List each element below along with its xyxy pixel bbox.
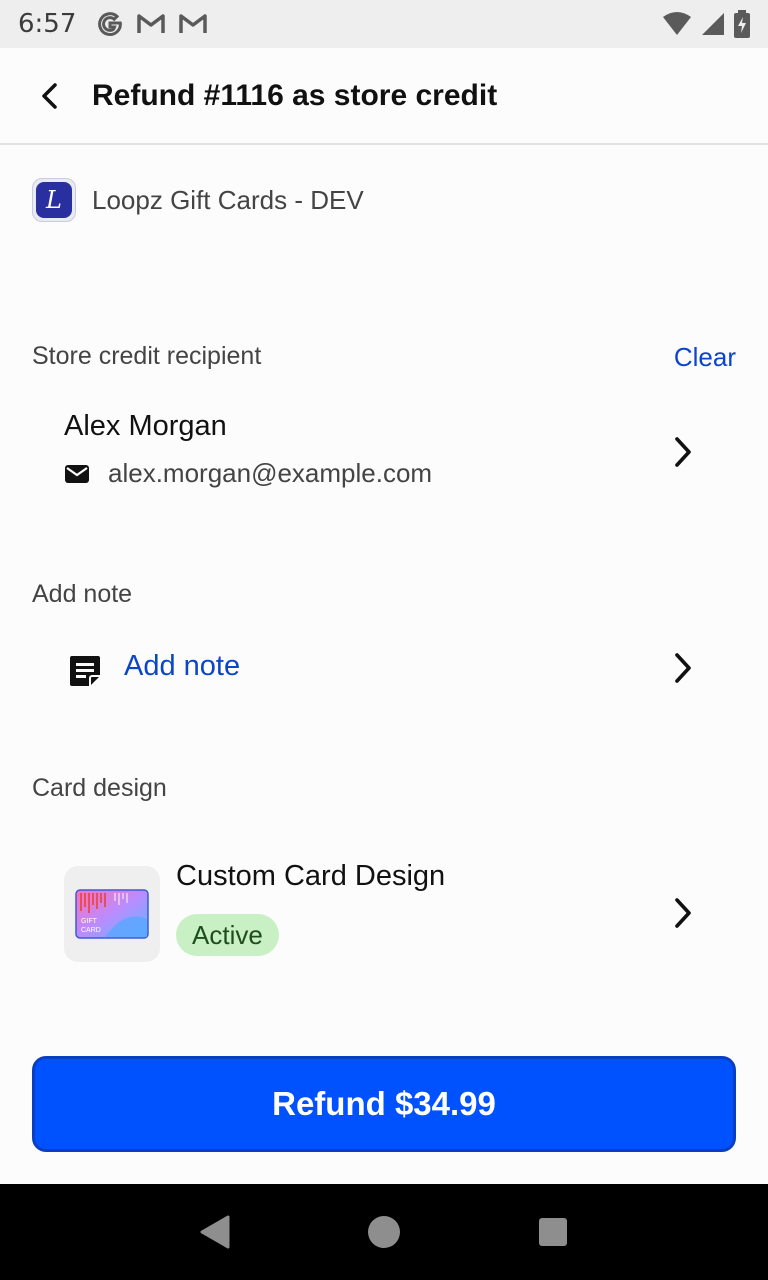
app-logo: L [32, 178, 76, 222]
nav-home-icon [367, 1216, 400, 1248]
svg-text:CARD: CARD [81, 927, 101, 934]
recipient-row[interactable]: Alex Morgan alex.morgan@example.com [32, 410, 736, 502]
status-bar: 6:57 [0, 0, 768, 48]
recipient-email-row: alex.morgan@example.com [64, 458, 432, 489]
chevron-right-icon [668, 653, 698, 683]
card-design-row[interactable]: GIFT CARD Custom Card Design Active [32, 860, 736, 962]
app-bar: Refund #1116 as store credit [0, 48, 768, 145]
system-icons [662, 10, 750, 38]
recipient-section-label: Store credit recipient [32, 342, 262, 370]
google-icon [96, 10, 124, 38]
chevron-right-icon [668, 437, 698, 467]
gift-card-image: GIFT CARD [75, 889, 149, 939]
recipient-email: alex.morgan@example.com [108, 458, 433, 488]
nav-home-button[interactable] [360, 1208, 408, 1256]
notification-icons [96, 10, 208, 38]
chevron-right-icon [668, 898, 698, 928]
email-icon [65, 464, 89, 483]
add-note-link: Add note [124, 650, 241, 682]
card-thumbnail: GIFT CARD [64, 866, 160, 962]
app-name: Loopz Gift Cards - DEV [92, 184, 364, 215]
card-section-label: Card design [32, 774, 167, 802]
card-design-title: Custom Card Design [176, 860, 446, 892]
refund-button[interactable]: Refund $34.99 [32, 1056, 736, 1152]
recipient-name: Alex Morgan [64, 410, 227, 442]
clear-button[interactable]: Clear [674, 342, 736, 373]
app-logo-letter: L [36, 182, 72, 218]
nav-recents-icon [539, 1218, 568, 1246]
back-button[interactable] [26, 72, 74, 120]
nav-recents-button[interactable] [529, 1208, 577, 1256]
status-time: 6:57 [18, 9, 77, 39]
nav-back-icon [200, 1215, 230, 1249]
gmail-icon [136, 12, 166, 36]
note-section-label: Add note [32, 580, 133, 608]
system-nav-bar [0, 1184, 768, 1280]
nav-back-button[interactable] [191, 1208, 239, 1256]
battery-charging-icon [734, 10, 750, 38]
svg-text:GIFT: GIFT [81, 918, 98, 925]
gmail-icon [178, 12, 208, 36]
wifi-icon [662, 11, 692, 37]
app-source: L Loopz Gift Cards - DEV [32, 178, 364, 222]
cell-signal-icon [700, 11, 726, 37]
status-badge: Active [176, 914, 279, 956]
back-arrow-icon [42, 82, 57, 109]
note-icon [68, 654, 102, 693]
page-title: Refund #1116 as store credit [92, 78, 498, 112]
add-note-row[interactable]: Add note [32, 640, 736, 700]
